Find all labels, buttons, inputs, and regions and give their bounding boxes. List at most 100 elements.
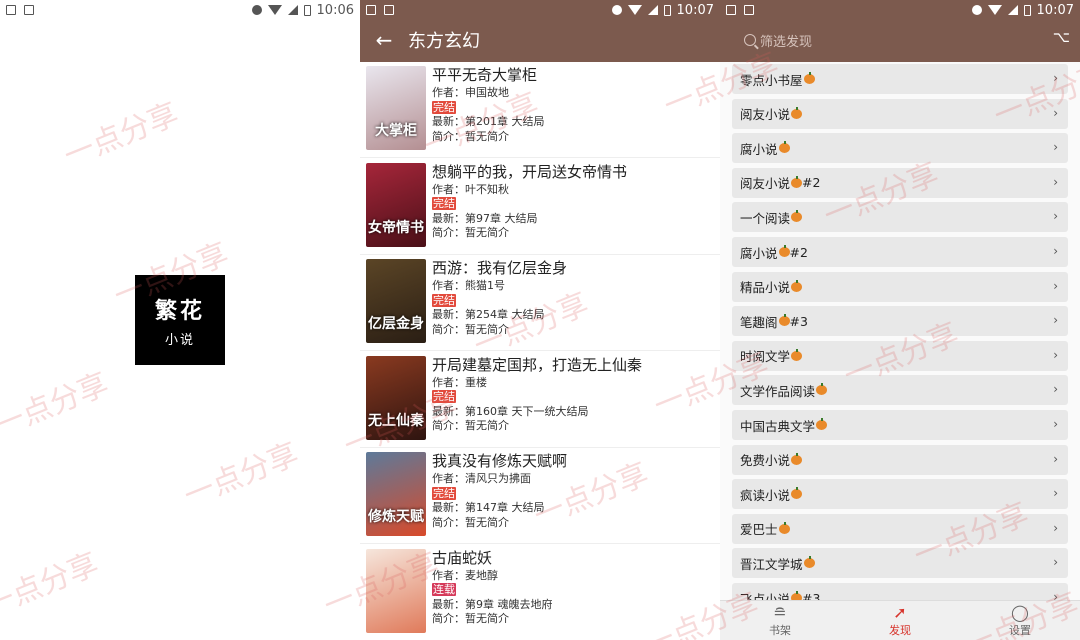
- pumpkin-icon: [803, 556, 815, 569]
- source-suffix: #3: [789, 313, 808, 329]
- book-item[interactable]: 修炼天赋 我真没有修炼天赋啊 作者：清风只为拂面 完结 最新：第147章 大结局 简介：暂…: [360, 448, 720, 544]
- source-item[interactable]: 爱巴士爱巴士›: [732, 513, 1068, 544]
- source-item[interactable]: 中国古典文学中国古典文学›: [732, 410, 1068, 440]
- source-item[interactable]: 文学作品阅读文学作品阅读›: [732, 375, 1068, 406]
- book-latest: 最新：第201章 大结局: [432, 115, 545, 128]
- source-name: 一个阅读: [740, 210, 791, 226]
- nav-item-2[interactable]: ◯ 设置: [960, 601, 1080, 640]
- book-item[interactable]: 无上仙秦 开局建墓定国邦，打造无上仙秦 作者：重楼 完结 最新：第160章 天下一统大结…: [360, 352, 720, 448]
- status-time: 10:07: [1036, 2, 1074, 18]
- tree-view-icon[interactable]: ⌥: [1053, 28, 1070, 46]
- book-item[interactable]: 古庙蛇妖 作者：麦地醇 连载 最新：第9章 魂魄去地府 简介：暂无简介: [360, 545, 720, 640]
- book-cover: [366, 548, 426, 633]
- wifi-icon: [987, 5, 1002, 15]
- source-name: 阅友小说: [740, 176, 791, 192]
- cover-text: 大掌柜: [375, 123, 417, 139]
- source-item[interactable]: 一个阅读一个阅读›: [732, 202, 1068, 233]
- chevron-right-icon: ›: [1053, 313, 1058, 328]
- book-author: 作者：熊猫1号: [432, 279, 505, 292]
- nav-label: 书架: [769, 623, 791, 637]
- battery-icon: [663, 4, 671, 16]
- chevron-right-icon: ›: [1053, 278, 1058, 293]
- status-badge: 连载: [432, 583, 456, 596]
- chevron-right-icon: ›: [1053, 244, 1058, 258]
- book-latest: 最新：第160章 天下一统大结局: [432, 404, 589, 418]
- page-title: 东方玄幻: [408, 31, 480, 52]
- app-notification-icon: [744, 5, 754, 15]
- book-author: 作者：重楼: [432, 375, 487, 389]
- book-cover: 无上仙秦: [366, 355, 426, 440]
- pumpkin-icon: [791, 452, 803, 465]
- source-item[interactable]: 免费小说免费小说›: [732, 444, 1068, 475]
- pumpkin-icon: [791, 106, 803, 119]
- source-suffix: #2: [789, 244, 808, 260]
- chevron-right-icon: ›: [1053, 451, 1058, 466]
- book-title: 我真没有修炼天赋啊: [432, 452, 568, 470]
- chevron-right-icon: ›: [1053, 486, 1058, 501]
- book-item[interactable]: 女帝情书 想躺平的我，开局送女帝情书 作者：叶不知秋 完结 最新：第97章 大结局 简介：…: [360, 159, 720, 255]
- book-title: 想躺平的我，开局送女帝情书: [432, 162, 628, 181]
- nav-item-1[interactable]: ➚ 发现: [840, 601, 960, 640]
- source-item[interactable]: 腐小说腐小说›: [732, 133, 1068, 164]
- book-latest: 最新：第9章 魂魄去地府: [432, 597, 553, 611]
- status-badge: 完结: [432, 293, 456, 307]
- source-item[interactable]: 腐小说 #2腐小说#2›: [732, 237, 1068, 267]
- source-item[interactable]: 零点小书屋零点小书屋›: [732, 64, 1068, 94]
- book-author: 作者：叶不知秋: [432, 182, 509, 196]
- cover-text: 亿层金身: [368, 316, 424, 332]
- pumpkin-icon: [791, 279, 803, 292]
- search-placeholder: 筛选发现: [760, 34, 813, 50]
- compass-icon: ➚: [893, 602, 907, 622]
- bottom-navigation: ≘ 书架 ➚ 发现 ◯ 设置: [720, 600, 1080, 640]
- book-author: 作者：麦地醇: [432, 568, 498, 582]
- source-item[interactable]: 笔趣阁 #3笔趣阁#3›: [732, 306, 1068, 337]
- chevron-right-icon: ›: [1053, 382, 1058, 397]
- status-bar: 10:07: [720, 0, 1080, 20]
- pumpkin-icon: [791, 487, 803, 500]
- wifi-icon: [627, 5, 642, 15]
- source-name: 免费小说: [740, 453, 791, 469]
- dnd-icon: [611, 5, 622, 15]
- splash-screen: 10:06 繁花 小说: [0, 0, 360, 640]
- pumpkin-icon: [791, 175, 803, 188]
- discover-screen: 10:07 筛选发现 ⌥ 零点小书屋零点小书屋› 阅友小说阅友小说› 腐小说腐小说›…: [720, 0, 1080, 640]
- pumpkin-icon: [803, 72, 815, 84]
- toolbar: 10:07 筛选发现 ⌥: [720, 0, 1080, 62]
- search-input[interactable]: 筛选发现: [744, 30, 1044, 50]
- source-item[interactable]: 阅友小说 #2阅友小说#2›: [732, 167, 1068, 198]
- pumpkin-icon: [778, 141, 790, 154]
- pumpkin-icon: [778, 521, 790, 534]
- source-item[interactable]: 疯读小说疯读小说›: [732, 479, 1068, 510]
- cover-text: 无上仙秦: [368, 412, 424, 429]
- book-cover: 亿层金身: [366, 259, 426, 343]
- status-badge: 完结: [432, 486, 456, 500]
- image-notification-icon: [6, 5, 16, 15]
- app-notification-icon: [384, 5, 394, 15]
- book-title: 西游：我有亿层金身: [432, 259, 568, 277]
- dnd-icon: [251, 5, 262, 15]
- status-badge: 完结: [432, 197, 456, 210]
- book-title: 开局建墓定国邦，打造无上仙秦: [432, 355, 643, 374]
- source-name: 腐小说: [740, 245, 778, 261]
- category-screen: 10:07 ← 东方玄幻 大掌柜 平平无奇大掌柜 作者：申国故地 完结 最新：第201章…: [360, 0, 720, 640]
- screenshot-root: 10:06 繁花 小说 10:07 ← 东方玄幻 大掌柜 平平无奇大掌柜 作者：…: [0, 0, 1080, 640]
- source-item[interactable]: 晋江文学城晋江文学城›: [732, 548, 1068, 579]
- source-item[interactable]: 时阅文学时阅文学›: [732, 340, 1068, 371]
- toolbar: 10:07 ← 东方玄幻: [360, 0, 720, 62]
- back-arrow-icon[interactable]: ←: [372, 28, 396, 52]
- pumpkin-icon: [791, 210, 803, 223]
- status-bar: 10:07: [360, 0, 720, 20]
- source-name: 中国古典文学: [740, 418, 816, 434]
- signal-icon: [287, 5, 298, 15]
- pumpkin-icon: [778, 314, 790, 327]
- nav-item-0[interactable]: ≘ 书架: [720, 601, 840, 640]
- book-item[interactable]: 亿层金身 西游：我有亿层金身 作者：熊猫1号 完结 最新：第254章 大结局 简介：暂无简…: [360, 255, 720, 351]
- search-icon: [744, 34, 756, 46]
- status-bar: 10:06: [0, 0, 360, 20]
- book-item[interactable]: 大掌柜 平平无奇大掌柜 作者：申国故地 完结 最新：第201章 大结局 简介：暂无简介: [360, 62, 720, 158]
- source-item[interactable]: 精品小说精品小说›: [732, 271, 1068, 302]
- chevron-right-icon: ›: [1053, 555, 1058, 570]
- source-item[interactable]: 阅友小说阅友小说›: [732, 98, 1068, 129]
- source-suffix: #2: [802, 175, 821, 191]
- status-time: 10:07: [676, 2, 714, 18]
